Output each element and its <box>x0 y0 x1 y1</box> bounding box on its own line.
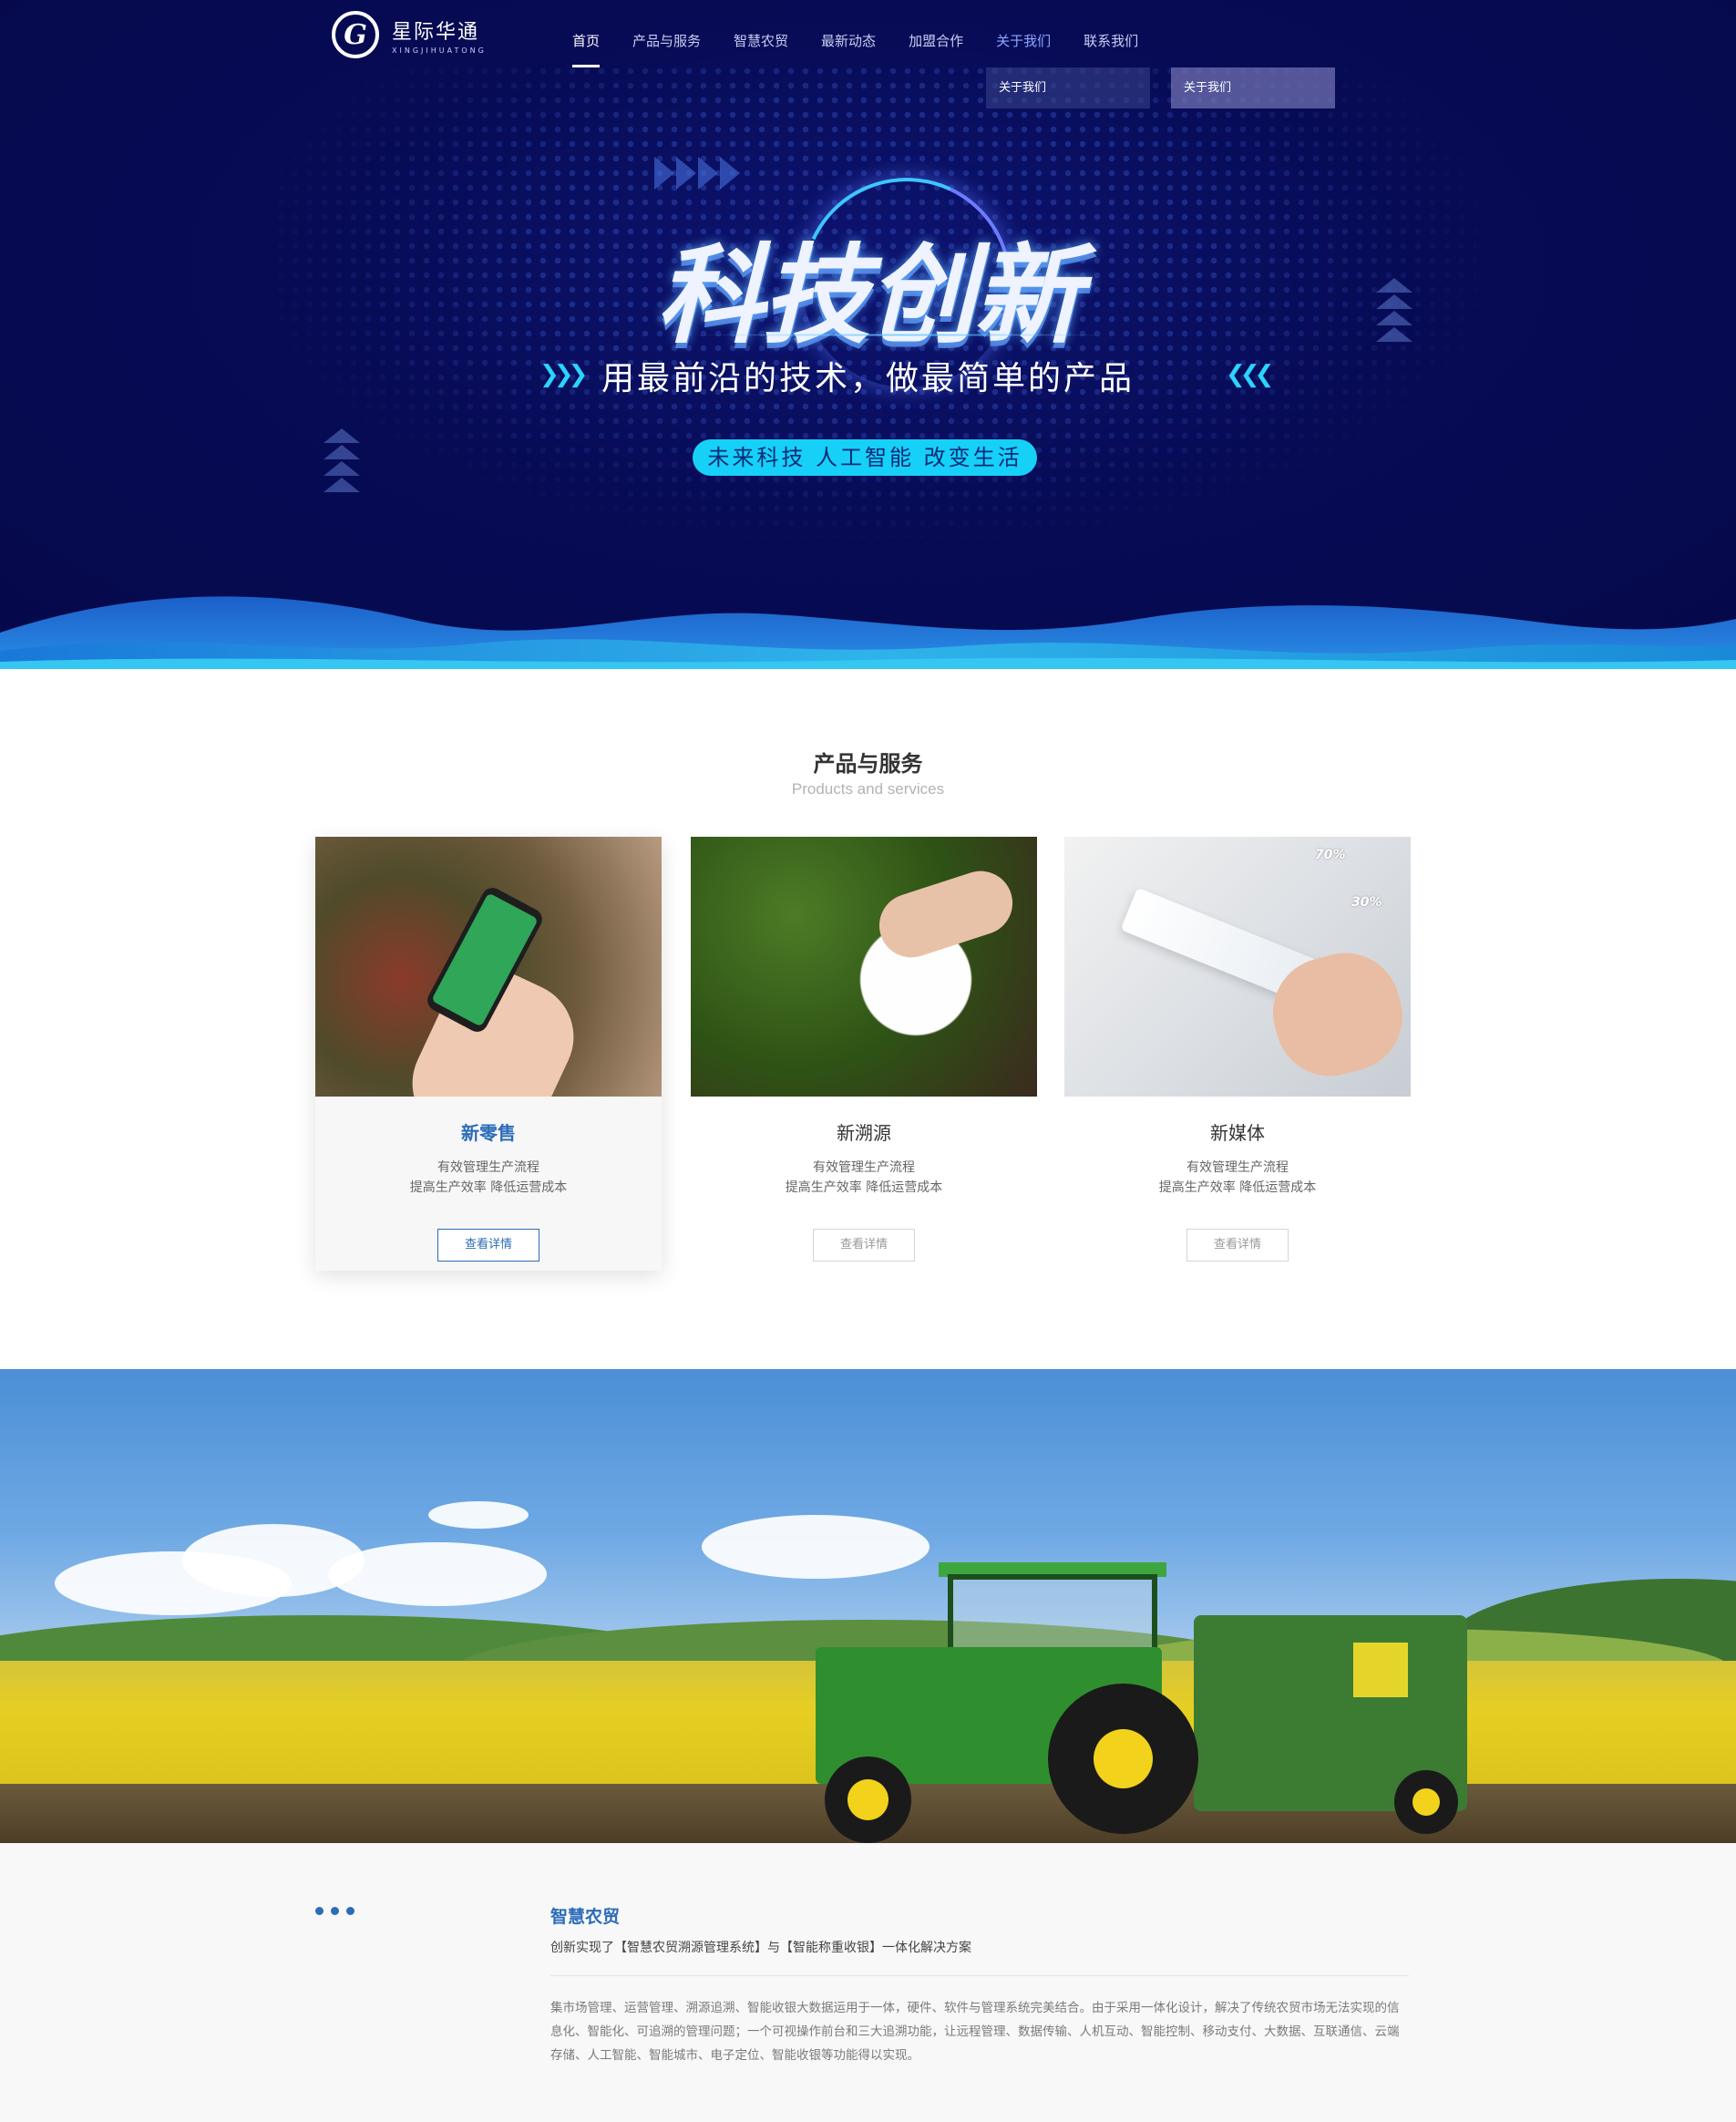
nav-item-news[interactable]: 最新动态 <box>805 0 892 73</box>
view-details-button[interactable]: 查看详情 <box>1186 1229 1289 1262</box>
hero-title: 科技创新 <box>656 232 1081 358</box>
chevron-up-decoration-icon <box>324 428 360 492</box>
nav-item-join[interactable]: 加盟合作 <box>892 0 980 73</box>
logo-icon: G <box>332 11 379 58</box>
product-card[interactable]: 新溯源 有效管理生产流程 提高生产效率 降低运营成本 查看详情 <box>691 837 1037 1271</box>
nav-item-contact[interactable]: 联系我们 <box>1067 0 1155 73</box>
product-desc: 有效管理生产流程 提高生产效率 降低运营成本 <box>1158 1160 1317 1195</box>
main-nav: 首页 产品与服务 智慧农贸 最新动态 加盟合作 关于我们 联系我们 <box>556 0 1155 73</box>
product-image <box>315 837 662 1097</box>
double-chevron-left-icon: ❮❮❮ <box>1226 361 1274 388</box>
brand-name-en: XINGJIHUATONG <box>392 46 487 55</box>
chevron-right-decoration-icon <box>654 157 740 190</box>
product-card[interactable]: 新零售 有效管理生产流程 提高生产效率 降低运营成本 查看详情 <box>315 837 662 1271</box>
product-image: 70% 30% <box>1064 837 1411 1097</box>
dropdown-item-about[interactable]: 关于我们 <box>986 67 1150 108</box>
view-details-button[interactable]: 查看详情 <box>437 1229 539 1262</box>
hero-tagline-pill: 未来科技 人工智能 改变生活 <box>693 439 1037 476</box>
glow-line-decoration <box>693 334 1112 336</box>
view-details-button[interactable]: 查看详情 <box>813 1229 915 1262</box>
product-desc: 有效管理生产流程 提高生产效率 降低运营成本 <box>409 1160 568 1195</box>
product-name: 新媒体 <box>1210 1122 1265 1144</box>
product-card[interactable]: 70% 30% 新媒体 有效管理生产流程 提高生产效率 降低运营成本 查看详情 <box>1064 837 1411 1271</box>
products-section: 产品与服务 Products and services 新零售 有效管理生产流程… <box>0 669 1736 1369</box>
nav-item-home[interactable]: 首页 <box>556 0 616 73</box>
product-image <box>691 837 1037 1097</box>
nav-item-about[interactable]: 关于我们 <box>980 0 1067 73</box>
section-title: 产品与服务 <box>813 751 923 777</box>
top-navigation-bar: G 星际华通 XINGJIHUATONG 首页 产品与服务 智慧农贸 最新动态 … <box>0 0 1736 108</box>
farm-banner-image <box>0 1369 1736 1843</box>
nav-item-smart-agri[interactable]: 智慧农贸 <box>717 0 805 73</box>
image-percent-label: 30% <box>1351 895 1382 910</box>
wave-decoration <box>0 596 1736 669</box>
agri-subtitle: 创新实现了【智慧农贸溯源管理系统】与【智能称重收银】一体化解决方案 <box>550 1941 971 1955</box>
image-percent-label: 70% <box>1315 848 1346 862</box>
more-dots-icon <box>315 1907 354 1915</box>
brand-logo[interactable]: G 星际华通 XINGJIHUATONG <box>332 11 487 58</box>
nav-item-products[interactable]: 产品与服务 <box>616 0 717 73</box>
hero-subtitle: 用最前沿的技术，做最简单的产品 <box>601 360 1135 397</box>
product-name: 新零售 <box>461 1122 516 1144</box>
divider <box>550 1975 1409 1976</box>
hero-banner: G 星际华通 XINGJIHUATONG 首页 产品与服务 智慧农贸 最新动态 … <box>0 0 1736 669</box>
product-desc: 有效管理生产流程 提高生产效率 降低运营成本 <box>785 1160 943 1195</box>
product-name: 新溯源 <box>837 1122 891 1144</box>
agri-description: 集市场管理、运营管理、溯源追溯、智能收银大数据运用于一体，硬件、软件与管理系统完… <box>550 2001 1400 2063</box>
brand-name: 星际华通 <box>392 20 480 44</box>
dropdown-item-about[interactable]: 关于我们 <box>1171 67 1335 108</box>
agri-title: 智慧农贸 <box>550 1907 621 1927</box>
section-subtitle: Products and services <box>791 780 945 798</box>
smart-agri-section: 智慧农贸 创新实现了【智慧农贸溯源管理系统】与【智能称重收银】一体化解决方案 集… <box>0 1843 1736 2122</box>
